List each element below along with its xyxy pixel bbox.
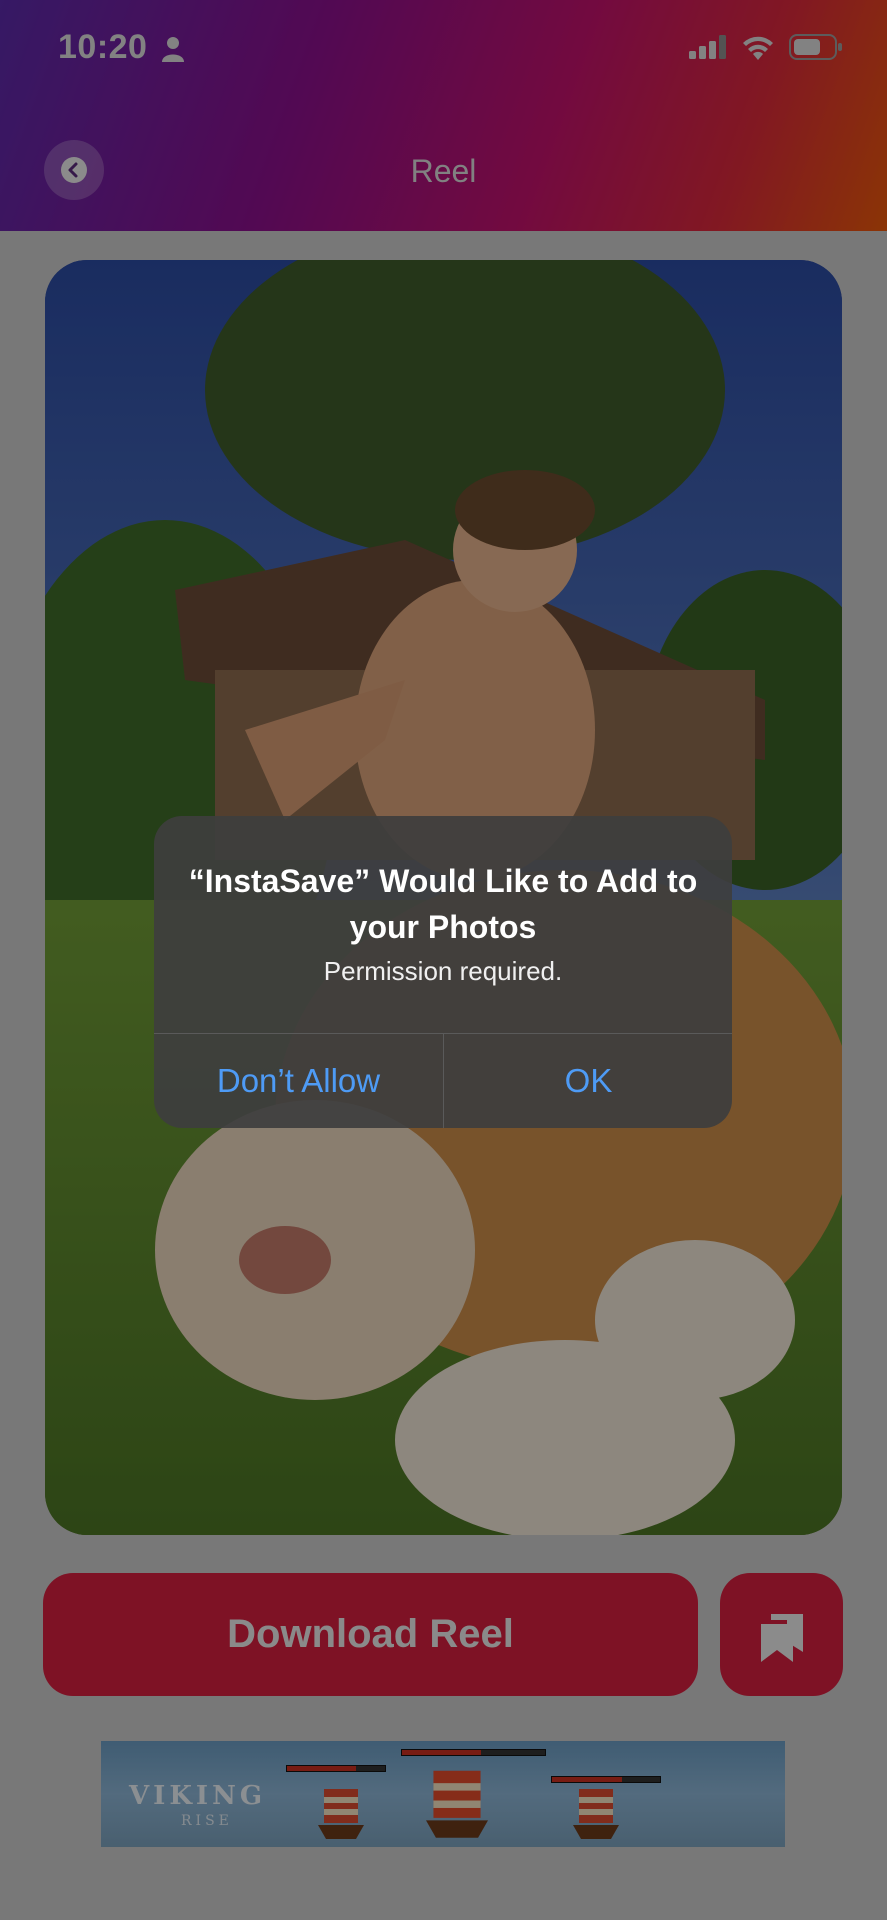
alert-message: Permission required.: [323, 956, 563, 986]
ok-button[interactable]: OK: [444, 1034, 732, 1128]
photo-permission-alert: “InstaSave” Would Like to Add to your Ph…: [154, 816, 732, 1128]
dont-allow-button[interactable]: Don’t Allow: [154, 1034, 443, 1128]
alert-title: “InstaSave” Would Like to Add to your Ph…: [188, 863, 698, 945]
